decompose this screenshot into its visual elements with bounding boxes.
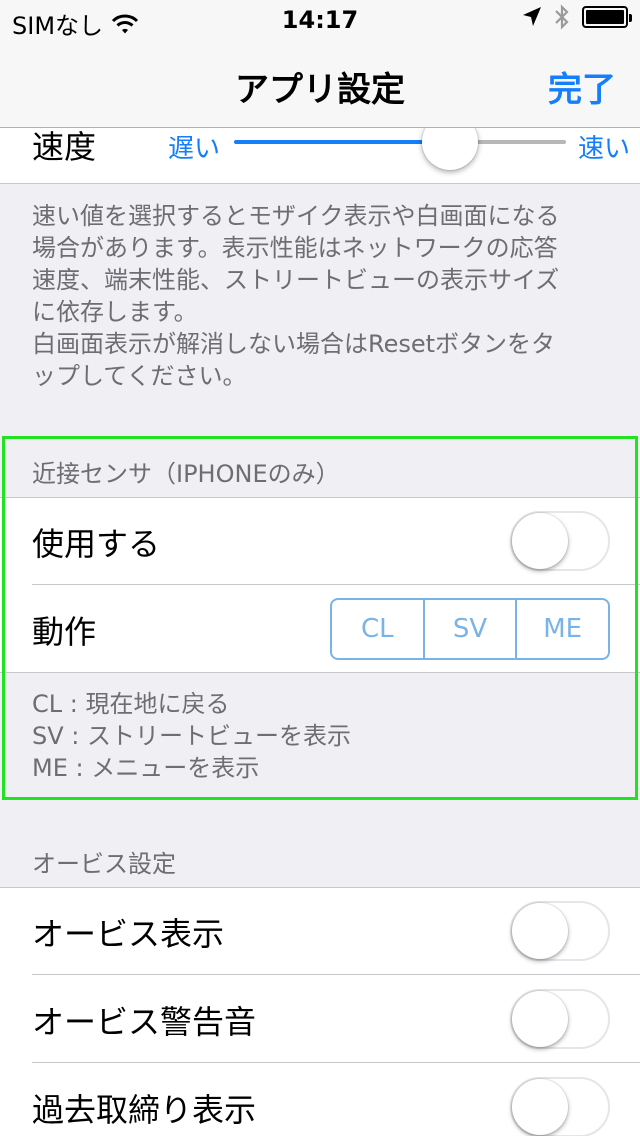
slider-max-label: 速い — [577, 134, 630, 164]
speed-note-line: 速い値を選択するとモザイク表示や白画面になる — [32, 202, 560, 230]
speed-note-line: 場合があります。表示性能はネットワークの応答 — [32, 234, 558, 262]
bluetooth-icon — [555, 4, 569, 30]
speed-note-line: ップしてください。 — [32, 362, 247, 390]
segment-me[interactable]: ME — [517, 600, 608, 658]
done-button[interactable]: 完了 — [548, 62, 616, 111]
past-enforcement-label: 過去取締り表示 — [32, 1091, 257, 1129]
nav-bar: アプリ設定 完了 — [0, 40, 640, 128]
proximity-use-toggle[interactable] — [510, 511, 610, 571]
orbis-alarm-label: オービス警告音 — [32, 1003, 257, 1041]
slider-min-label: 遅い — [168, 134, 221, 164]
proximity-note-line: ME : メニューを表示 — [32, 754, 260, 782]
proximity-note-line: SV : ストリートビューを表示 — [32, 722, 351, 750]
orbis-section-header: オービス設定 — [32, 850, 176, 878]
segment-cl[interactable]: CL — [332, 600, 425, 658]
proximity-use-row: 使用する — [0, 497, 640, 585]
past-enforcement-toggle[interactable] — [510, 1077, 610, 1136]
proximity-action-row: 動作 CL SV ME — [0, 585, 640, 673]
orbis-display-row: オービス表示 — [0, 887, 640, 975]
orbis-display-label: オービス表示 — [32, 915, 225, 953]
segment-sv[interactable]: SV — [425, 600, 518, 658]
orbis-alarm-toggle[interactable] — [510, 989, 610, 1049]
page-title: アプリ設定 — [235, 70, 405, 110]
speed-label: 速度 — [32, 128, 97, 166]
proximity-section-header: 近接センサ（IPHONEのみ） — [32, 460, 340, 488]
status-bar: SIMなし 14:17 — [0, 0, 640, 40]
speed-note: 速い値を選択するとモザイク表示や白画面になる 場合があります。表示性能はネットワ… — [32, 200, 612, 392]
speed-note-line: 速度、端末性能、ストリートビューの表示サイズ — [32, 266, 560, 294]
speed-note-line: 白画面表示が解消しない場合はResetボタンをタ — [32, 330, 556, 358]
status-right — [522, 4, 632, 30]
slider-min-track[interactable] — [234, 140, 450, 144]
proximity-use-label: 使用する — [32, 525, 161, 563]
proximity-notes: CL : 現在地に戻る SV : ストリートビューを表示 ME : メニューを表… — [32, 688, 612, 784]
orbis-alarm-row: オービス警告音 — [0, 975, 640, 1063]
speed-note-line: に依存します。 — [32, 298, 198, 326]
proximity-action-label: 動作 — [32, 613, 97, 651]
battery-icon — [582, 6, 632, 28]
past-enforcement-row: 過去取締り表示 — [0, 1063, 640, 1136]
orbis-display-toggle[interactable] — [510, 901, 610, 961]
proximity-note-line: CL : 現在地に戻る — [32, 690, 230, 718]
action-segmented-control[interactable]: CL SV ME — [330, 598, 610, 660]
location-arrow-icon — [523, 7, 541, 26]
